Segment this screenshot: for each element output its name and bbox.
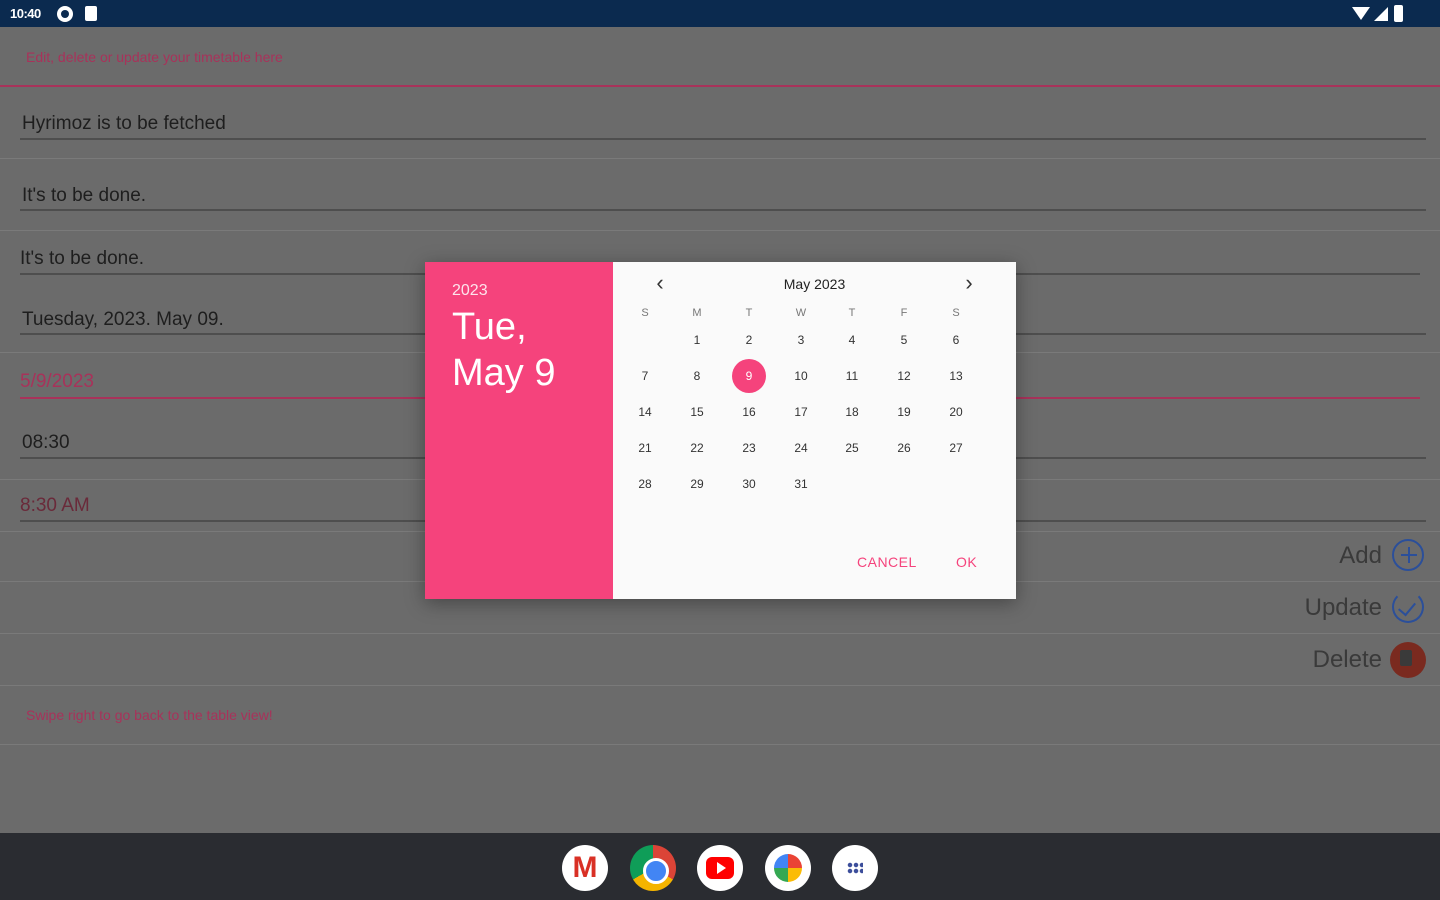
app-launcher-icon[interactable] (832, 845, 878, 891)
calendar-day[interactable]: 21 (628, 431, 662, 465)
status-indicators (1352, 5, 1412, 23)
calendar-day[interactable]: 19 (887, 395, 921, 429)
calendar-day[interactable]: 3 (784, 323, 818, 357)
calendar-day[interactable]: 20 (939, 395, 973, 429)
calendar-day[interactable]: 27 (939, 431, 973, 465)
weekday-label: W (795, 307, 807, 319)
chevron-right-icon[interactable]: › (959, 272, 979, 294)
calendar-day[interactable]: 6 (939, 323, 973, 357)
calendar-day[interactable]: 31 (784, 467, 818, 501)
calendar-day[interactable]: 24 (784, 431, 818, 465)
calendar-day[interactable]: 10 (784, 359, 818, 393)
selected-day[interactable]: 9 (732, 359, 766, 393)
ok-button[interactable]: OK (956, 554, 977, 570)
weekday-label: S (952, 307, 960, 319)
sd-card-icon (85, 6, 97, 21)
row-divider (0, 633, 1440, 634)
weekday-label: T (745, 307, 753, 319)
cancel-button[interactable]: CANCEL (857, 554, 917, 570)
note-input[interactable]: It's to be done. (20, 248, 144, 270)
calendar-day[interactable]: 14 (628, 395, 662, 429)
row-divider (0, 158, 1440, 159)
trash-icon[interactable] (1390, 642, 1426, 678)
gmail-icon[interactable] (562, 845, 608, 891)
youtube-icon[interactable] (697, 845, 743, 891)
time-text-input[interactable]: 08:30 (22, 432, 70, 454)
row-divider (0, 744, 1440, 745)
subject-underline (20, 138, 1426, 140)
calendar-day[interactable]: 18 (835, 395, 869, 429)
calendar-day[interactable]: 23 (732, 431, 766, 465)
month-title: May 2023 (783, 276, 846, 292)
weekday-label: M (692, 307, 702, 319)
description-underline (20, 209, 1426, 211)
weekday-label: T (848, 307, 856, 319)
sync-icon (57, 6, 73, 22)
calendar-day[interactable]: 4 (835, 323, 869, 357)
delete-button[interactable]: Delete (1313, 646, 1382, 674)
selected-date-display: Tue, May 9 (452, 306, 556, 394)
subject-input[interactable]: Hyrimoz is to be fetched (22, 113, 226, 135)
year-selector[interactable]: 2023 (452, 282, 488, 300)
update-check-icon[interactable] (1392, 591, 1424, 623)
date-picker-input[interactable]: 5/9/2023 (20, 371, 94, 393)
calendar-day[interactable]: 25 (835, 431, 869, 465)
wifi-icon (1352, 7, 1370, 20)
edit-hint: Edit, delete or update your timetable he… (26, 49, 283, 65)
add-button[interactable]: Add (1339, 542, 1382, 570)
calendar-day[interactable]: 16 (732, 395, 766, 429)
calendar-day[interactable]: 11 (835, 359, 869, 393)
hint-divider (0, 85, 1440, 87)
swipe-hint: Swipe right to go back to the table view… (26, 707, 273, 723)
calendar-day[interactable]: 26 (887, 431, 921, 465)
calendar-day[interactable]: 8 (680, 359, 714, 393)
chrome-icon[interactable] (630, 845, 676, 891)
status-time: 10:40 (10, 6, 41, 21)
update-button[interactable]: Update (1305, 594, 1382, 622)
calendar-day[interactable]: 30 (732, 467, 766, 501)
calendar-day[interactable]: 1 (680, 323, 714, 357)
time-picker-input[interactable]: 8:30 AM (20, 495, 90, 517)
date-picker-dialog: 2023 Tue, May 9 ‹ May 2023 › SMTWTFS 123… (425, 262, 1016, 599)
calendar-day[interactable]: 5 (887, 323, 921, 357)
calendar-day[interactable]: 17 (784, 395, 818, 429)
add-circle-icon[interactable] (1392, 539, 1424, 571)
date-picker-header: 2023 Tue, May 9 (425, 262, 613, 599)
calendar-day[interactable]: 2 (732, 323, 766, 357)
calendar-day[interactable]: 29 (680, 467, 714, 501)
status-bar: 10:40 (0, 0, 1440, 27)
row-divider (0, 685, 1440, 686)
calendar-day[interactable]: 28 (628, 467, 662, 501)
battery-icon (1394, 5, 1403, 22)
calendar-body: ‹ May 2023 › SMTWTFS 1 2 3 4 5 6 7 8 9 10 11 12 13 14… (613, 262, 1016, 599)
calendar-day[interactable]: 7 (628, 359, 662, 393)
calendar-day[interactable]: 12 (887, 359, 921, 393)
row-divider (0, 230, 1440, 231)
description-input[interactable]: It's to be done. (22, 185, 146, 207)
weekday-label: S (641, 307, 649, 319)
weekday-label: F (900, 307, 908, 319)
app-dock (0, 833, 1440, 900)
calendar-day[interactable]: 13 (939, 359, 973, 393)
date-text-input[interactable]: Tuesday, 2023. May 09. (22, 309, 224, 331)
calendar-day[interactable]: 22 (680, 431, 714, 465)
calendar-day[interactable]: 15 (680, 395, 714, 429)
signal-icon (1374, 7, 1388, 21)
photos-icon[interactable] (765, 845, 811, 891)
